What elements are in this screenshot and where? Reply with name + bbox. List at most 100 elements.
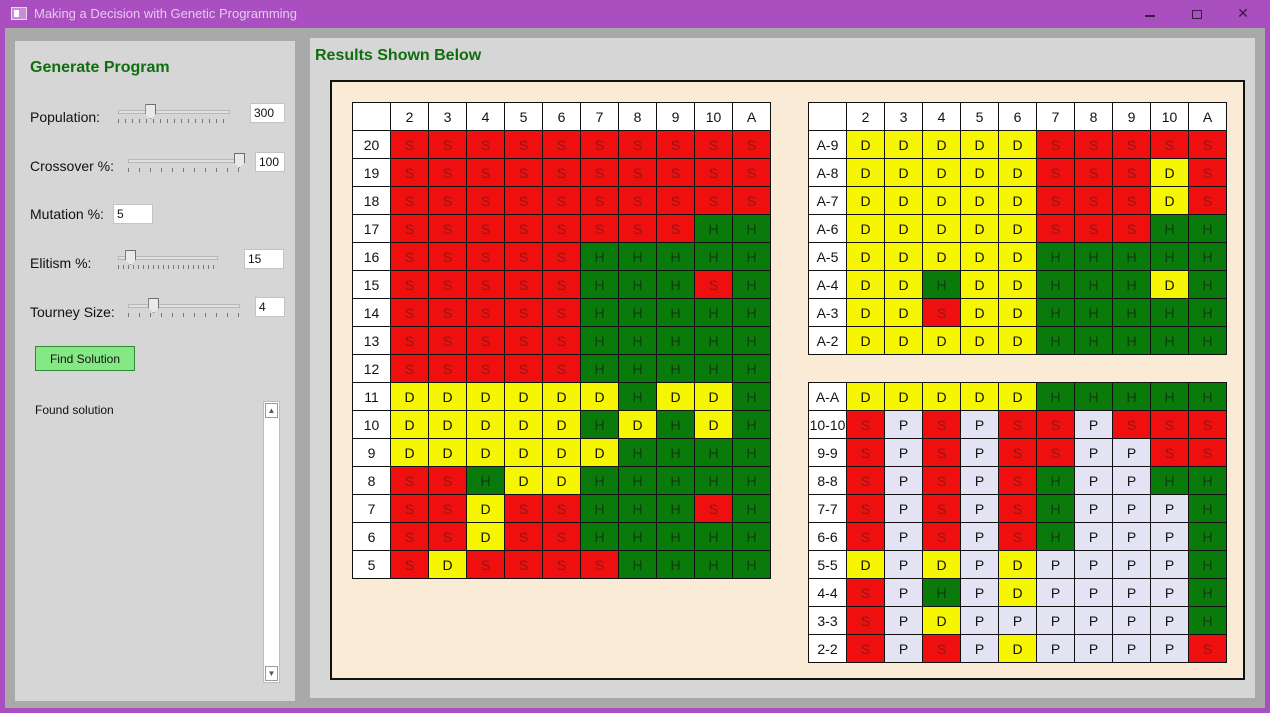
decision-cell: D bbox=[960, 186, 999, 215]
hand-label: 3-3 bbox=[808, 606, 847, 635]
decision-cell: S bbox=[504, 214, 543, 243]
table-row: 3-3 S P D P P P P P P H bbox=[808, 606, 1227, 635]
decision-cell: H bbox=[1188, 270, 1227, 299]
scroll-up-arrow-icon[interactable]: ▲ bbox=[265, 403, 278, 418]
hand-label: 14 bbox=[352, 298, 391, 327]
decision-cell: S bbox=[1036, 438, 1075, 467]
decision-cell: P bbox=[1036, 578, 1075, 607]
decision-cell: H bbox=[580, 298, 619, 327]
decision-cell: H bbox=[656, 494, 695, 523]
decision-cell: S bbox=[428, 354, 467, 383]
decision-cell: S bbox=[428, 522, 467, 551]
decision-cell: H bbox=[1150, 466, 1189, 495]
decision-cell: P bbox=[1074, 410, 1113, 439]
decision-cell: S bbox=[922, 410, 961, 439]
decision-cell: H bbox=[732, 522, 771, 551]
results-area: 2 3 4 5 6 7 8 9 10 A 20 S S S S S S S S S S 19 S S S S S S S S S S 18 S S S… bbox=[330, 80, 1245, 680]
decision-cell: S bbox=[428, 214, 467, 243]
decision-cell: S bbox=[580, 186, 619, 215]
decision-cell: H bbox=[580, 242, 619, 271]
decision-cell: H bbox=[656, 354, 695, 383]
decision-cell: S bbox=[390, 158, 429, 187]
output-scrollbar[interactable]: ▲ ▼ bbox=[263, 401, 280, 683]
hand-label: A-2 bbox=[808, 326, 847, 355]
close-button[interactable]: ✕ bbox=[1220, 0, 1266, 28]
decision-cell: D bbox=[884, 158, 923, 187]
decision-cell: H bbox=[656, 466, 695, 495]
decision-cell: D bbox=[694, 382, 733, 411]
decision-cell: H bbox=[580, 354, 619, 383]
decision-cell: H bbox=[694, 438, 733, 467]
decision-cell: D bbox=[542, 438, 581, 467]
slider-thumb[interactable] bbox=[148, 298, 160, 313]
decision-cell: S bbox=[1188, 186, 1227, 215]
decision-cell: S bbox=[656, 130, 695, 159]
decision-cell: S bbox=[694, 270, 733, 299]
decision-cell: S bbox=[466, 354, 505, 383]
table-row: 17 S S S S S S S S H H bbox=[352, 214, 771, 243]
decision-cell: H bbox=[732, 410, 771, 439]
decision-cell: H bbox=[618, 298, 657, 327]
crossover-slider[interactable] bbox=[128, 153, 245, 175]
slider-thumb[interactable] bbox=[125, 250, 137, 265]
decision-cell: H bbox=[580, 522, 619, 551]
decision-cell: S bbox=[1036, 214, 1075, 243]
decision-cell: S bbox=[618, 130, 657, 159]
population-slider[interactable] bbox=[118, 104, 230, 126]
slider-thumb[interactable] bbox=[234, 153, 245, 168]
decision-cell: S bbox=[542, 214, 581, 243]
elitism-value[interactable]: 15 bbox=[244, 249, 284, 269]
decision-cell: H bbox=[618, 382, 657, 411]
hand-label: 7 bbox=[352, 494, 391, 523]
decision-cell: H bbox=[694, 298, 733, 327]
scroll-down-arrow-icon[interactable]: ▼ bbox=[265, 666, 278, 681]
decision-cell: D bbox=[390, 438, 429, 467]
decision-cell: S bbox=[542, 354, 581, 383]
decision-cell: H bbox=[618, 354, 657, 383]
header-row: 2 3 4 5 6 7 8 9 10 A bbox=[352, 102, 771, 131]
corner-cell bbox=[352, 102, 391, 131]
tourney-size-value[interactable]: 4 bbox=[255, 297, 285, 317]
decision-cell: H bbox=[732, 270, 771, 299]
table-row: 15 S S S S S H H H S H bbox=[352, 270, 771, 299]
decision-cell: S bbox=[466, 298, 505, 327]
decision-cell: H bbox=[1074, 382, 1113, 411]
minimize-button[interactable] bbox=[1127, 0, 1173, 28]
decision-cell: S bbox=[922, 494, 961, 523]
decision-cell: D bbox=[884, 214, 923, 243]
table-row: 10 D D D D D H D H D H bbox=[352, 410, 771, 439]
crossover-value[interactable]: 100 bbox=[255, 152, 285, 172]
table-row: 12 S S S S S H H H H H bbox=[352, 354, 771, 383]
table-row: A-3 D D S D D H H H H H bbox=[808, 298, 1227, 327]
mutation-input[interactable]: 5 bbox=[113, 204, 153, 224]
hand-label: 12 bbox=[352, 354, 391, 383]
decision-cell: S bbox=[542, 298, 581, 327]
header-row: 2 3 4 5 6 7 8 9 10 A bbox=[808, 102, 1227, 131]
decision-cell: D bbox=[960, 298, 999, 327]
decision-cell: H bbox=[694, 354, 733, 383]
tourney-size-slider[interactable] bbox=[128, 298, 240, 320]
decision-cell: H bbox=[694, 466, 733, 495]
minimize-icon bbox=[1145, 15, 1155, 17]
elitism-slider[interactable] bbox=[118, 250, 218, 272]
table-row: 7-7 S P S P S H P P P H bbox=[808, 494, 1227, 523]
decision-cell: D bbox=[1150, 158, 1189, 187]
maximize-button[interactable] bbox=[1174, 0, 1220, 28]
table-row: A-8 D D D D D S S S D S bbox=[808, 158, 1227, 187]
decision-cell: P bbox=[960, 494, 999, 523]
decision-cell: H bbox=[656, 326, 695, 355]
decision-cell: H bbox=[1074, 270, 1113, 299]
decision-cell: S bbox=[1074, 158, 1113, 187]
decision-cell: P bbox=[884, 578, 923, 607]
slider-thumb[interactable] bbox=[145, 104, 157, 119]
decision-cell: P bbox=[1074, 466, 1113, 495]
decision-cell: S bbox=[1074, 214, 1113, 243]
decision-cell: S bbox=[390, 494, 429, 523]
find-solution-button[interactable]: Find Solution bbox=[35, 346, 135, 371]
generate-program-panel: Generate Program Population: 300 Crossov… bbox=[15, 41, 295, 701]
decision-cell: S bbox=[390, 186, 429, 215]
population-value[interactable]: 300 bbox=[250, 103, 285, 123]
decision-cell: D bbox=[846, 186, 885, 215]
decision-cell: S bbox=[618, 214, 657, 243]
decision-cell: S bbox=[504, 326, 543, 355]
